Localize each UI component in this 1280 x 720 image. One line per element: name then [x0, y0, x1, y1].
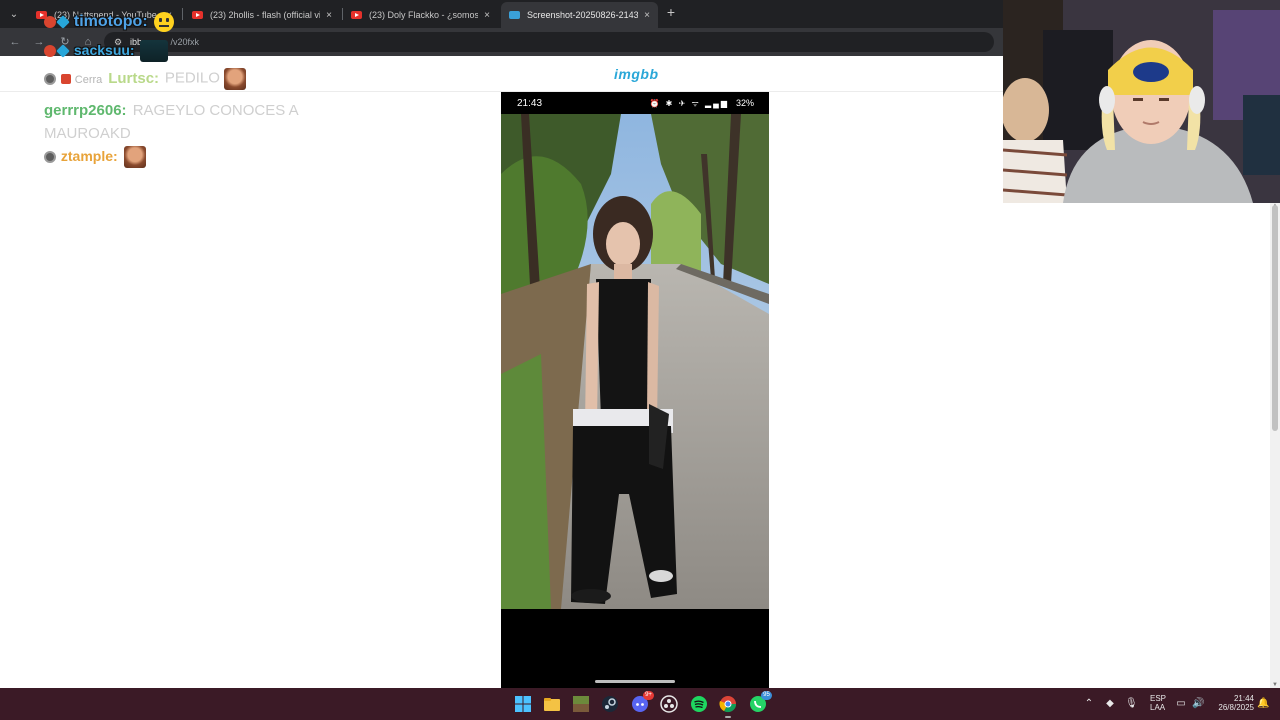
- clock-date: 26/8/2025: [1218, 703, 1254, 712]
- phone-clock: 21:43: [517, 98, 543, 109]
- phone-status-icons: ⏰ ✱ ✈ ᯤ ▂▄▆: [649, 99, 729, 108]
- phone-battery: 32%: [735, 98, 754, 108]
- webcam-overlay: [1003, 0, 1280, 203]
- badge-icon: [44, 16, 56, 28]
- new-tab-button[interactable]: +: [664, 5, 678, 19]
- chat-username: sacksuu:: [73, 41, 135, 58]
- tab-2hollis[interactable]: (23) 2hollis - flash (official video) ×: [184, 2, 340, 28]
- street-photo: [501, 114, 769, 609]
- chat-username: Lurtsc:: [108, 69, 160, 87]
- close-icon[interactable]: ×: [326, 10, 332, 21]
- back-icon[interactable]: ←: [8, 35, 22, 49]
- photo-image: [501, 114, 769, 609]
- screen: ⌄ (23) Nettspend - YouTube × (23) 2holli…: [0, 0, 1280, 720]
- badge-icon: [56, 44, 70, 58]
- chat-message: gerrrp2606: RAGEYLO CONOCES A MAUROAKD: [44, 99, 299, 145]
- address-bar[interactable]: ⚙ ibb./v20fxk: [104, 32, 994, 52]
- badge-icon: [56, 15, 70, 29]
- badge-icon: [44, 45, 56, 57]
- chat-message: ztample:: [44, 146, 146, 168]
- tab-title: (23) Doly Flackko - ¿somos o e...: [369, 10, 479, 20]
- volume-icon[interactable]: 🔊: [1192, 698, 1204, 710]
- tab-screenshot-imgbb[interactable]: Screenshot-20250826-214328-... ×: [501, 2, 658, 28]
- home-indicator: [595, 680, 675, 683]
- close-icon[interactable]: ×: [484, 10, 490, 21]
- language-indicator[interactable]: ESP LAA: [1150, 694, 1167, 712]
- steam-icon[interactable]: [601, 695, 619, 713]
- notifications-icon[interactable]: 🔔: [1257, 698, 1269, 710]
- face-emote: [223, 68, 246, 90]
- spotify-icon[interactable]: [690, 695, 708, 713]
- network-icon[interactable]: ▭: [1175, 698, 1187, 710]
- page-scrollbar[interactable]: ▲ ▼: [1270, 203, 1280, 688]
- file-explorer-icon[interactable]: [543, 695, 561, 713]
- image-viewer[interactable]: 21:43 ⏰ ✱ ✈ ᯤ ▂▄▆ 32%: [501, 92, 769, 688]
- chat-username: timotopo:: [73, 12, 148, 30]
- keyboard-layout: LAA: [1150, 703, 1166, 712]
- running-indicator: [725, 716, 731, 718]
- minecraft-icon[interactable]: [572, 695, 590, 713]
- chat-message: timotopo:: [44, 12, 174, 32]
- tab-title: Screenshot-20250826-214328-...: [527, 10, 639, 20]
- microphone-icon[interactable]: 🎙: [1125, 698, 1138, 710]
- chevron-up-icon[interactable]: ⌃: [1083, 698, 1095, 710]
- dark-emote: [140, 40, 169, 62]
- chat-text-continued: MAUROAKD: [44, 125, 131, 142]
- discord-icon[interactable]: 9+: [631, 691, 654, 713]
- tab-doly-flackko[interactable]: (23) Doly Flackko - ¿somos o e... ×: [343, 2, 498, 28]
- language-code: ESP: [1150, 694, 1167, 703]
- chat-message: sacksuu:: [44, 40, 169, 62]
- close-icon[interactable]: ×: [644, 10, 650, 21]
- imgbb-logo[interactable]: imgbb: [614, 66, 659, 82]
- chat-username: Cerra: [74, 73, 103, 86]
- tab-divider: [182, 8, 183, 20]
- face-emote: [123, 146, 146, 168]
- windows-start-icon[interactable]: [514, 695, 532, 713]
- chat-text: PEDILO: [164, 69, 220, 87]
- notification-badge: 9+: [643, 691, 654, 700]
- youtube-icon: [192, 11, 203, 19]
- chat-text: RAGEYLO CONOCES A: [132, 102, 299, 119]
- phone-status-bar: 21:43 ⏰ ✱ ✈ ᯤ ▂▄▆ 32%: [501, 92, 769, 114]
- scrollbar-thumb[interactable]: [1272, 205, 1278, 431]
- badge-icon: [60, 74, 71, 84]
- neutral-face-emote: [153, 12, 174, 32]
- chat-message: Cerra Lurtsc: PEDILO: [44, 68, 246, 90]
- notification-badge: 95: [761, 691, 772, 700]
- tab-title: (23) 2hollis - flash (official video): [210, 10, 320, 20]
- badge-icon: [44, 151, 56, 163]
- clock[interactable]: 21:44 26/8/2025: [1212, 694, 1254, 712]
- taskbar: 9+ 95 ⌃ ◆ 🎙 ESP LAA ▭ 🔊 21:44 26/8/2025: [0, 688, 1280, 720]
- chat-username: ztample:: [60, 147, 118, 164]
- clock-time: 21:44: [1233, 694, 1254, 703]
- badge-icon: [44, 73, 56, 85]
- obs-icon[interactable]: [660, 695, 678, 713]
- chrome-icon[interactable]: [719, 695, 737, 718]
- chat-username: gerrrp2606:: [44, 102, 127, 119]
- imgbb-icon: [509, 11, 520, 19]
- webcam-image: [1003, 0, 1280, 203]
- whatsapp-icon[interactable]: 95: [749, 691, 772, 713]
- youtube-icon: [351, 11, 362, 19]
- security-icon[interactable]: ◆: [1104, 698, 1116, 710]
- tab-search-button[interactable]: ⌄: [4, 4, 24, 24]
- url-suffix: /v20fxk: [170, 37, 200, 47]
